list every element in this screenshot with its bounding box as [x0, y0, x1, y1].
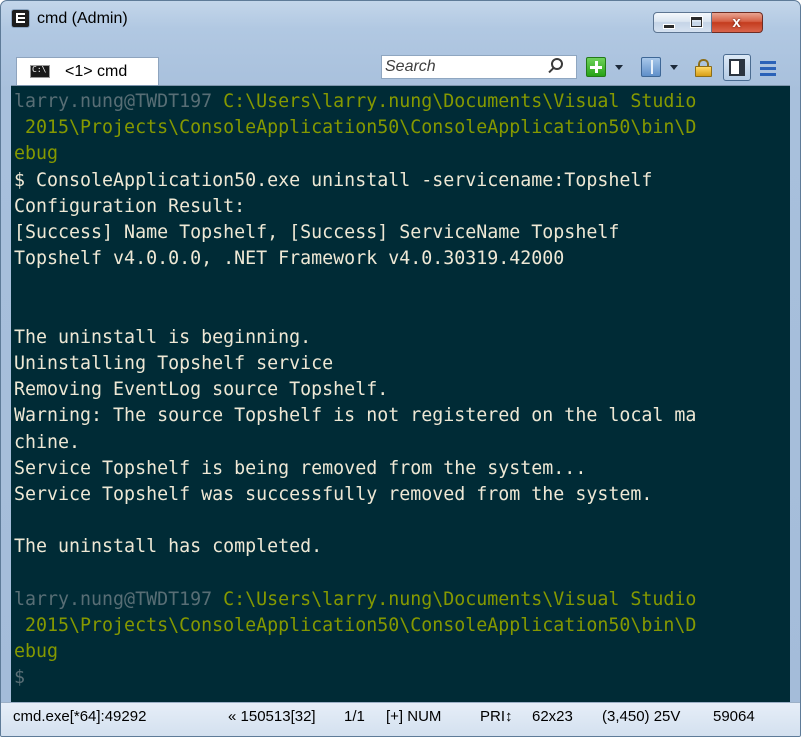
- panes-icon[interactable]: [641, 57, 661, 77]
- minimize-button[interactable]: [653, 12, 683, 33]
- console-line-segment: ebug: [14, 641, 59, 663]
- console-line-segment: Uninstalling Topshelf service: [14, 353, 334, 375]
- status-pages[interactable]: 1/1: [344, 706, 365, 728]
- status-flags[interactable]: [+] NUM: [386, 706, 441, 728]
- status-bar: cmd.exe[*64]:49292 « 150513[32] 1/1 [+] …: [1, 702, 800, 736]
- console-line-segment: $ ConsoleApplication50.exe uninstall -se…: [14, 169, 653, 191]
- status-priority[interactable]: PRI↕: [480, 706, 513, 728]
- console-line-segment: C:\Users\larry.nung\Documents\Visual Stu…: [223, 91, 697, 112]
- console-line-segment: 2015\Projects\ConsoleApplication50\Conso…: [14, 117, 697, 139]
- maximize-icon: [691, 17, 702, 27]
- status-position[interactable]: « 150513[32]: [228, 706, 316, 728]
- console-line-segment: The uninstall has completed.: [14, 536, 323, 558]
- status-size[interactable]: 62x23: [532, 706, 573, 728]
- console-line-segment: Removing EventLog source Topshelf.: [14, 379, 389, 401]
- console-area[interactable]: larry.nung@TWDT197 C:\Users\larry.nung\D…: [11, 85, 790, 703]
- console-line-segment: Service Topshelf is being removed from t…: [14, 457, 587, 479]
- console-line-segment: chine.: [14, 431, 81, 453]
- console-line-segment: [Success] Name Topshelf, [Success] Servi…: [14, 222, 620, 244]
- search-icon[interactable]: [551, 58, 563, 70]
- new-console-dropdown-icon[interactable]: [615, 65, 623, 70]
- search-input[interactable]: [385, 57, 545, 77]
- search-box[interactable]: [381, 55, 577, 79]
- console-tab-icon: [30, 65, 50, 78]
- console-line-segment: larry.nung@TWDT197: [14, 588, 224, 610]
- view-icon[interactable]: [723, 54, 751, 81]
- console-line-segment: Topshelf v4.0.0.0, .NET Framework v4.0.3…: [14, 248, 565, 270]
- panes-dropdown-icon[interactable]: [670, 65, 678, 70]
- window-title: cmd (Admin): [37, 10, 128, 27]
- lock-icon[interactable]: [694, 59, 713, 77]
- tab-cmd[interactable]: <1> cmd: [16, 57, 159, 85]
- close-button[interactable]: x: [712, 12, 763, 33]
- console-line-segment: 2015\Projects\ConsoleApplication50\Conso…: [14, 615, 697, 637]
- tab-label: <1> cmd: [65, 63, 128, 80]
- status-cursor[interactable]: (3,450) 25V: [602, 706, 680, 728]
- console-line-segment: ebug: [14, 143, 59, 165]
- maximize-button[interactable]: [682, 12, 712, 33]
- console-line-segment: C:\Users\larry.nung\Documents\Visual Stu…: [223, 588, 697, 610]
- console-output: larry.nung@TWDT197 C:\Users\larry.nung\D…: [11, 86, 790, 692]
- console-line-segment: Warning: The source Topshelf is not regi…: [14, 405, 697, 427]
- status-process[interactable]: cmd.exe[*64]:49292: [13, 706, 146, 728]
- hamburger-menu-icon[interactable]: [758, 59, 778, 77]
- console-app-icon[interactable]: [12, 10, 29, 27]
- console-line-segment: Service Topshelf was successfully remove…: [14, 484, 653, 506]
- console-line-segment: $: [14, 667, 26, 689]
- console-line-segment: The uninstall is beginning.: [14, 326, 312, 348]
- toolbar: <1> cmd: [1, 51, 800, 85]
- title-bar[interactable]: cmd (Admin) x: [1, 1, 800, 39]
- plus-icon[interactable]: [586, 57, 606, 77]
- close-icon: x: [732, 14, 741, 31]
- console-line-segment: Configuration Result:: [14, 195, 246, 217]
- status-pid[interactable]: 59064: [713, 706, 755, 728]
- console-line-segment: larry.nung@TWDT197: [14, 91, 224, 112]
- minimize-icon: [664, 25, 674, 28]
- console-window: cmd (Admin) x <1> cmd larry.nung@TWDT197…: [0, 0, 801, 737]
